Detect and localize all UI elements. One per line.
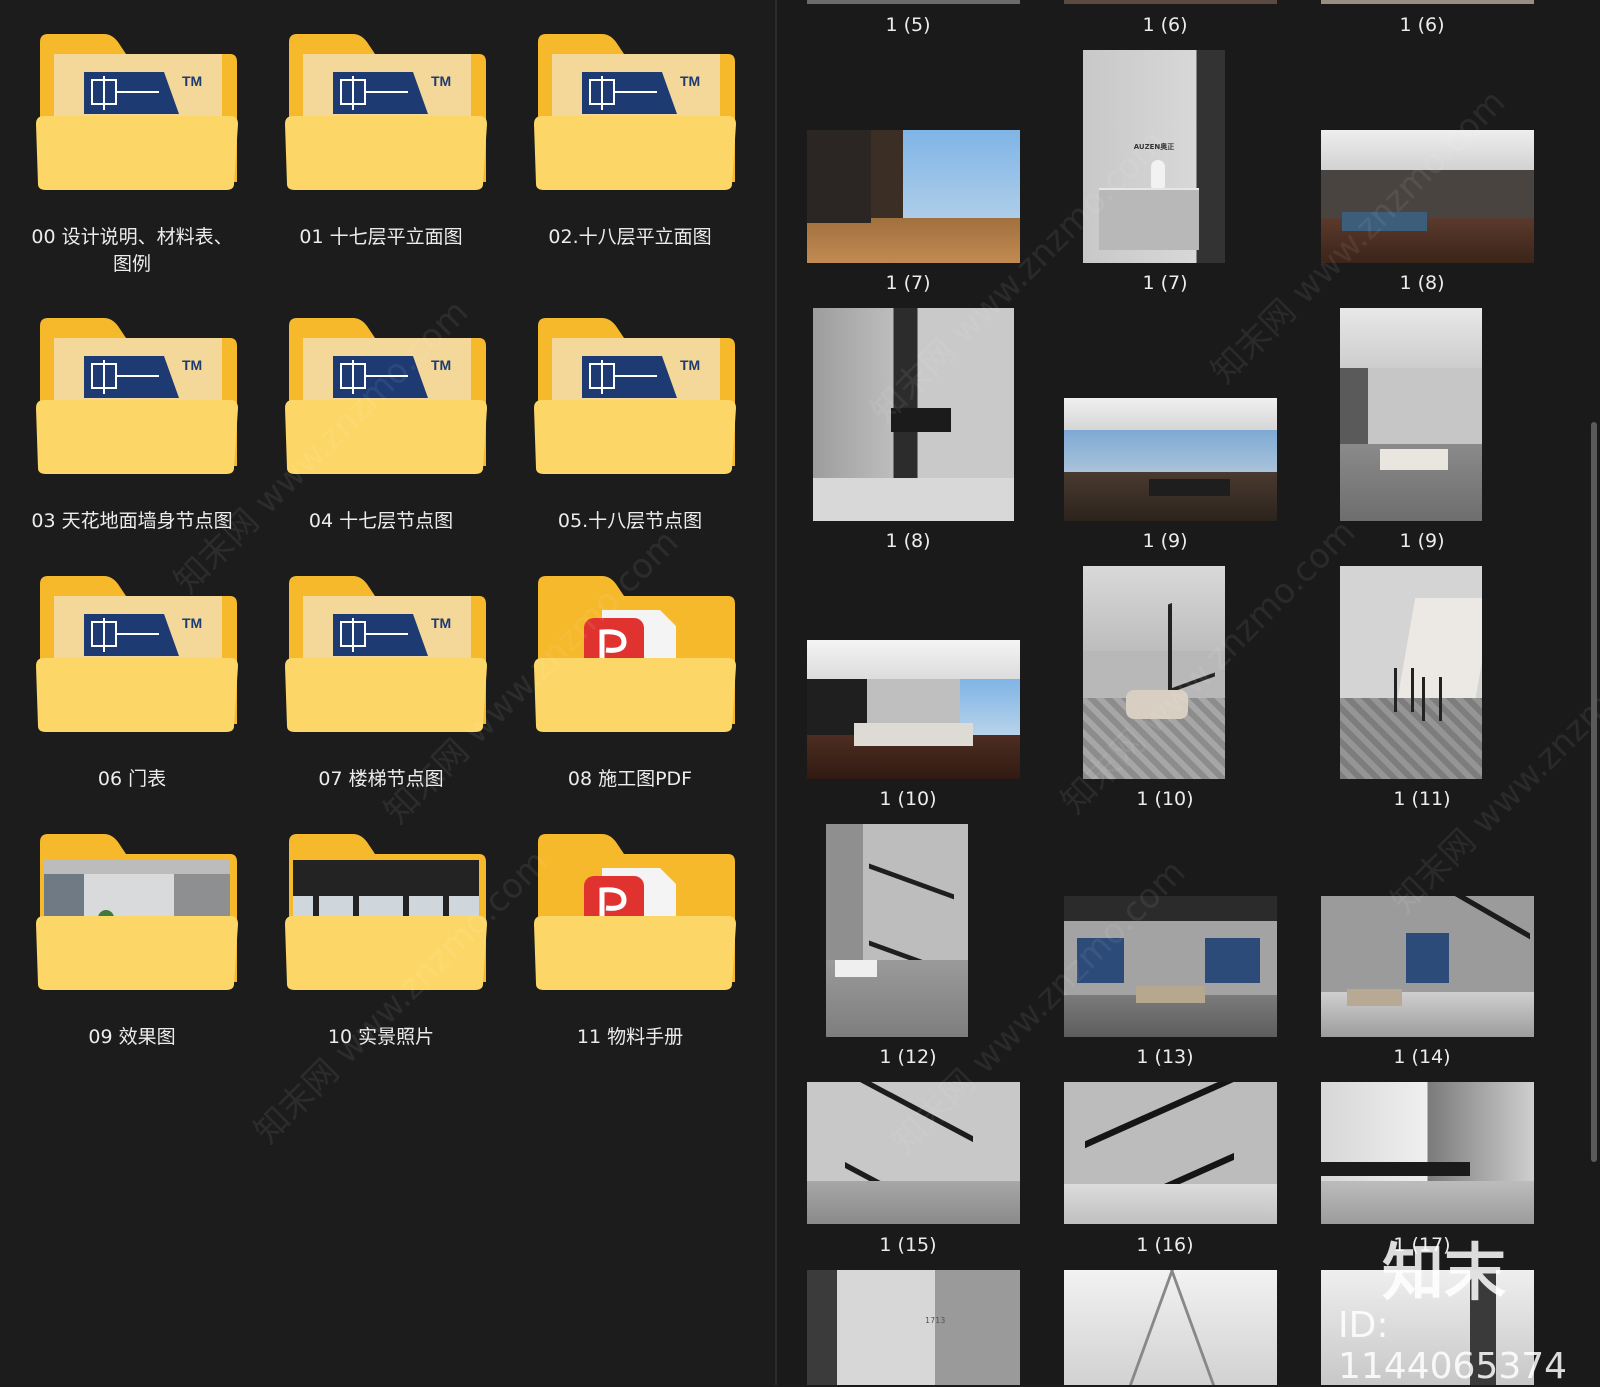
thumbnail-caption: 1 (6): [1399, 14, 1445, 36]
folder-item[interactable]: TM 05.十八层节点图: [510, 296, 750, 556]
thumbnail-image: [1064, 0, 1277, 4]
thumbnail-caption: 1 (6): [1142, 14, 1188, 36]
cad-folder-icon: TM: [36, 318, 238, 474]
folder-label: 00 设计说明、材料表、 图例: [31, 226, 233, 275]
thumbnail-item[interactable]: AUZEN奥正 1 (7): [1034, 50, 1296, 300]
thumbnail-pane: 1 (5) 1 (6) 1 (6) 1 (7) AUZEN奥正 1 (7) 1 …: [777, 0, 1600, 1385]
watermark-id: ID: 1144065374: [1338, 1305, 1568, 1387]
svg-text:TM: TM: [182, 73, 202, 89]
svg-text:TM: TM: [680, 357, 700, 373]
svg-text:TM: TM: [182, 615, 202, 631]
thumbnail-image: [807, 640, 1020, 779]
svg-text:TM: TM: [431, 73, 451, 89]
cad-folder-icon: TM: [534, 318, 736, 474]
thumbnail-caption: 1 (9): [1142, 530, 1188, 552]
folder-item[interactable]: TM 02.十八层平立面图: [510, 12, 750, 272]
pdf-folder-icon: [534, 834, 736, 990]
folder-item[interactable]: 11 物料手册: [510, 812, 750, 1072]
thumbnail-image: [1340, 566, 1482, 779]
cad-folder-icon: TM: [285, 34, 487, 190]
cad-folder-icon: TM: [36, 576, 238, 732]
thumbnail-image: [1064, 1082, 1277, 1224]
image-folder-icon: [36, 834, 238, 990]
thumbnail-image: 1713: [807, 1270, 1020, 1385]
cad-folder-icon: TM: [36, 34, 238, 190]
folder-label: 02.十八层平立面图: [548, 226, 712, 248]
thumbnail-caption: 1 (7): [1142, 272, 1188, 294]
folder-item[interactable]: TM 01 十七层平立面图: [261, 12, 501, 272]
folder-pane: TM 00 设计说明、材料表、 图例 TM 01 十七层平立面图 TM 02.十…: [0, 0, 775, 1385]
thumbnail-image: [826, 824, 968, 1037]
thumbnail-image: [807, 130, 1020, 263]
svg-text:TM: TM: [431, 615, 451, 631]
svg-text:TM: TM: [680, 73, 700, 89]
thumbnail-image: [1321, 0, 1534, 4]
folder-label: 01 十七层平立面图: [299, 226, 463, 248]
room-number-sign: 1713: [925, 1316, 946, 1325]
thumbnail-item[interactable]: 1 (10): [777, 566, 1039, 816]
folder-label: 08 施工图PDF: [567, 768, 693, 790]
thumbnail-item[interactable]: 1 (16): [1034, 1082, 1296, 1272]
folder-label: 05.十八层节点图: [557, 510, 703, 532]
thumbnail-caption: 1 (15): [879, 1234, 937, 1256]
thumbnail-caption: 1 (14): [1393, 1046, 1451, 1068]
thumbnail-image: [1064, 1270, 1277, 1385]
cad-folder-icon: TM: [534, 34, 736, 190]
thumbnail-item[interactable]: 1 (6): [1291, 0, 1553, 40]
folder-item[interactable]: TM 04 十七层节点图: [261, 296, 501, 556]
svg-text:TM: TM: [182, 357, 202, 373]
folder-label: 06 门表: [97, 768, 167, 790]
thumbnail-item[interactable]: 1 (5): [777, 0, 1039, 40]
watermark-logo: 知末: [1382, 1236, 1507, 1309]
thumbnail-caption: 1 (10): [879, 788, 937, 810]
thumbnail-item[interactable]: 1 (8): [777, 308, 1039, 558]
folder-item[interactable]: TM 06 门表: [12, 554, 252, 814]
thumbnail-item[interactable]: 1713: [777, 1270, 1039, 1385]
thumbnail-item[interactable]: 1 (6): [1034, 0, 1296, 40]
folder-item[interactable]: TM 00 设计说明、材料表、 图例: [12, 12, 252, 275]
folder-item[interactable]: 09 效果图: [12, 812, 252, 1072]
thumbnail-caption: 1 (16): [1136, 1234, 1194, 1256]
folder-label: 04 十七层节点图: [308, 510, 454, 532]
thumbnail-image: [1340, 308, 1482, 521]
thumbnail-caption: 1 (5): [885, 14, 931, 36]
thumbnail-image: [1321, 896, 1534, 1037]
folder-item[interactable]: TM 07 楼梯节点图: [261, 554, 501, 814]
folder-label: 09 效果图: [88, 1026, 176, 1048]
thumbnail-caption: 1 (13): [1136, 1046, 1194, 1068]
folder-label: 11 物料手册: [576, 1026, 684, 1048]
thumbnail-caption: 1 (8): [885, 530, 931, 552]
thumbnail-image: [1064, 398, 1277, 521]
thumbnail-image: [1321, 1082, 1534, 1224]
thumbnail-item[interactable]: [1034, 1270, 1296, 1385]
thumbnail-image: [807, 0, 1020, 4]
scrollbar-thumb[interactable]: [1591, 422, 1597, 1162]
